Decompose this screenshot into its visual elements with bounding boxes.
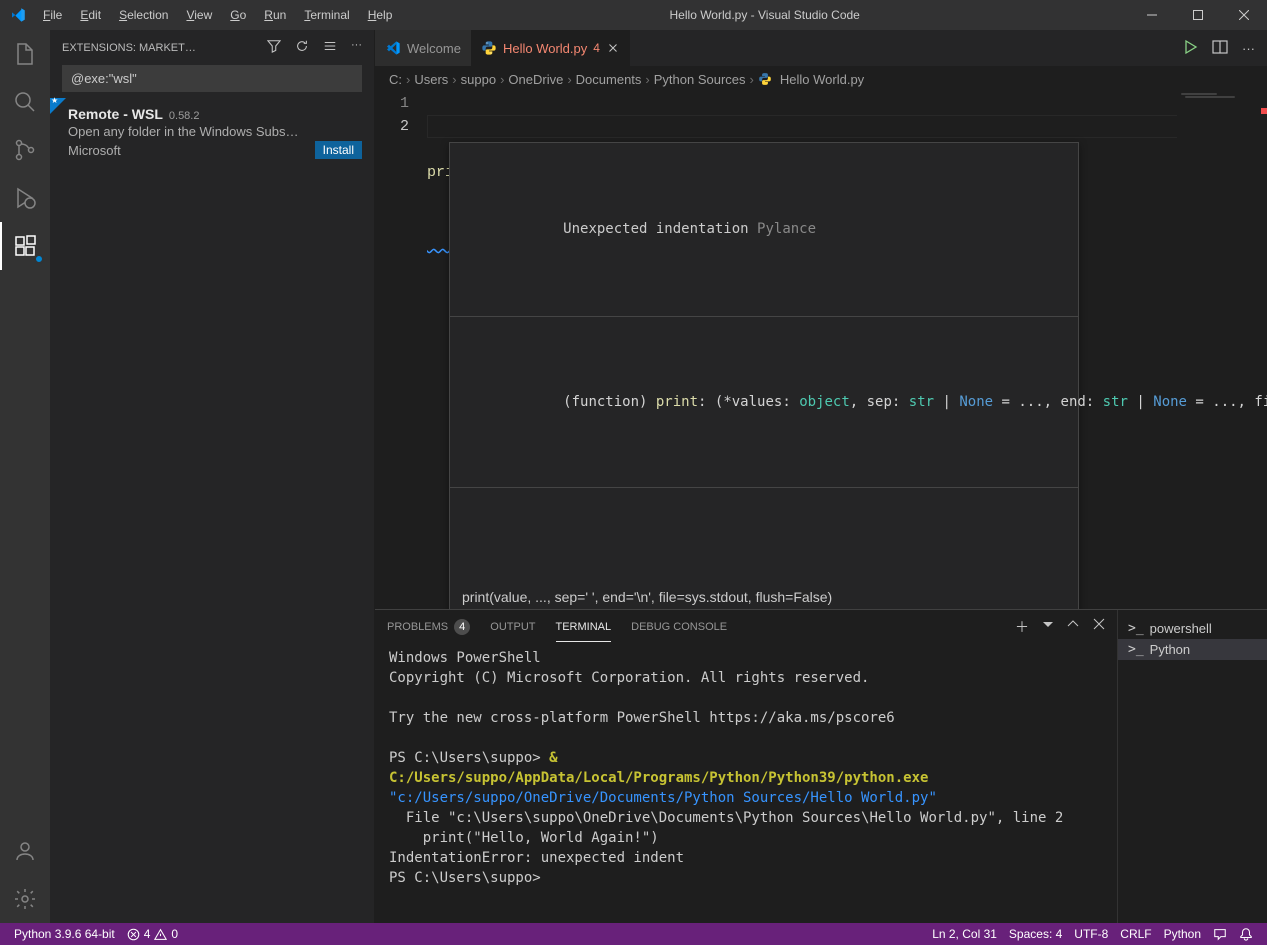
new-terminal-icon[interactable]: ＋ <box>1015 617 1029 637</box>
status-python-version[interactable]: Python 3.9.6 64-bit <box>8 927 121 941</box>
split-editor-icon[interactable] <box>1212 39 1228 58</box>
status-language[interactable]: Python <box>1158 927 1207 941</box>
python-file-icon <box>758 72 772 86</box>
activity-search[interactable] <box>0 78 50 126</box>
tab-close-icon[interactable] <box>606 41 620 55</box>
panel-tab-problems[interactable]: PROBLEMS4 <box>387 611 470 643</box>
status-encoding[interactable]: UTF-8 <box>1068 927 1114 941</box>
vscode-logo-icon <box>0 7 35 23</box>
recommended-badge-icon <box>50 98 66 114</box>
minimap[interactable] <box>1177 92 1267 609</box>
panel-tab-terminal[interactable]: TERMINAL <box>556 613 612 642</box>
activity-bar <box>0 30 50 923</box>
menu-terminal[interactable]: Terminal <box>296 4 357 26</box>
menu-bar: File Edit Selection View Go Run Terminal… <box>35 4 400 26</box>
window-controls <box>1129 0 1267 30</box>
status-bar: Python 3.9.6 64-bit 4 0 Ln 2, Col 31 Spa… <box>0 923 1267 945</box>
activity-accounts[interactable] <box>0 827 50 875</box>
refresh-icon[interactable] <box>295 39 309 56</box>
menu-run[interactable]: Run <box>256 4 294 26</box>
sidebar-title: EXTENSIONS: MARKET… <box>62 42 196 54</box>
code-editor[interactable]: 1 2 print("Hello, World!") print("Hello,… <box>375 92 1267 609</box>
install-button[interactable]: Install <box>315 141 362 159</box>
tab-hello-world[interactable]: Hello World.py 4 <box>471 30 630 66</box>
run-icon[interactable] <box>1182 39 1198 58</box>
maximize-button[interactable] <box>1175 0 1221 30</box>
extension-publisher: Microsoft <box>68 143 121 158</box>
hover-tooltip: Unexpected indentation Pylance (function… <box>449 142 1079 609</box>
status-indentation[interactable]: Spaces: 4 <box>1003 927 1068 941</box>
extensions-sidebar: EXTENSIONS: MARKET… ··· Remote - WSL 0.5… <box>50 30 375 923</box>
sidebar-header: EXTENSIONS: MARKET… ··· <box>50 30 374 65</box>
activity-extensions[interactable] <box>0 222 50 270</box>
sync-badge-icon <box>34 254 44 264</box>
clear-icon[interactable] <box>323 39 337 56</box>
filter-icon[interactable] <box>267 39 281 56</box>
menu-file[interactable]: File <box>35 4 70 26</box>
terminal-icon: >_ <box>1128 642 1144 657</box>
more-actions-icon[interactable]: ··· <box>1242 41 1255 56</box>
status-eol[interactable]: CRLF <box>1114 927 1157 941</box>
panel-tab-output[interactable]: OUTPUT <box>490 613 535 641</box>
panel-tab-bar: PROBLEMS4 OUTPUT TERMINAL DEBUG CONSOLE … <box>375 610 1117 644</box>
python-file-icon <box>481 40 497 56</box>
menu-selection[interactable]: Selection <box>111 4 176 26</box>
terminal-dropdown-icon[interactable] <box>1043 617 1053 637</box>
terminal-item-python[interactable]: >_Python <box>1118 639 1267 660</box>
terminal-icon: >_ <box>1128 621 1144 636</box>
activity-settings[interactable] <box>0 875 50 923</box>
activity-source-control[interactable] <box>0 126 50 174</box>
more-icon[interactable]: ··· <box>351 39 362 56</box>
menu-view[interactable]: View <box>178 4 220 26</box>
minimize-button[interactable] <box>1129 0 1175 30</box>
status-feedback-icon[interactable] <box>1207 927 1233 941</box>
terminal-list: >_powershell >_Python <box>1117 610 1267 923</box>
title-bar: File Edit Selection View Go Run Terminal… <box>0 0 1267 30</box>
extension-description: Open any folder in the Windows Subs… <box>68 124 362 139</box>
menu-help[interactable]: Help <box>360 4 401 26</box>
close-panel-icon[interactable] <box>1093 617 1105 637</box>
status-problems[interactable]: 4 0 <box>121 927 184 941</box>
menu-edit[interactable]: Edit <box>72 4 109 26</box>
terminal-item-powershell[interactable]: >_powershell <box>1118 618 1267 639</box>
tab-welcome[interactable]: Welcome <box>375 30 471 66</box>
vscode-file-icon <box>385 40 401 56</box>
breadcrumb[interactable]: C:› Users› suppo› OneDrive› Documents› P… <box>375 66 1267 92</box>
activity-explorer[interactable] <box>0 30 50 78</box>
bottom-panel: PROBLEMS4 OUTPUT TERMINAL DEBUG CONSOLE … <box>375 609 1267 923</box>
extension-list-item[interactable]: Remote - WSL 0.58.2 Open any folder in t… <box>50 98 374 167</box>
maximize-panel-icon[interactable] <box>1067 617 1079 637</box>
extensions-search-input[interactable] <box>62 65 362 92</box>
status-cursor-position[interactable]: Ln 2, Col 31 <box>926 927 1003 941</box>
panel-tab-debug-console[interactable]: DEBUG CONSOLE <box>631 613 727 641</box>
close-button[interactable] <box>1221 0 1267 30</box>
extension-version: 0.58.2 <box>169 110 200 122</box>
window-title: Hello World.py - Visual Studio Code <box>400 8 1129 22</box>
activity-run-debug[interactable] <box>0 174 50 222</box>
status-notifications-icon[interactable] <box>1233 927 1259 941</box>
menu-go[interactable]: Go <box>222 4 254 26</box>
line-number-gutter: 1 2 <box>375 92 427 609</box>
extension-name: Remote - WSL <box>68 106 163 122</box>
editor-tab-bar: Welcome Hello World.py 4 ··· <box>375 30 1267 66</box>
minimap-error-marker <box>1261 108 1267 114</box>
terminal-output[interactable]: Windows PowerShell Copyright (C) Microso… <box>375 644 1117 923</box>
